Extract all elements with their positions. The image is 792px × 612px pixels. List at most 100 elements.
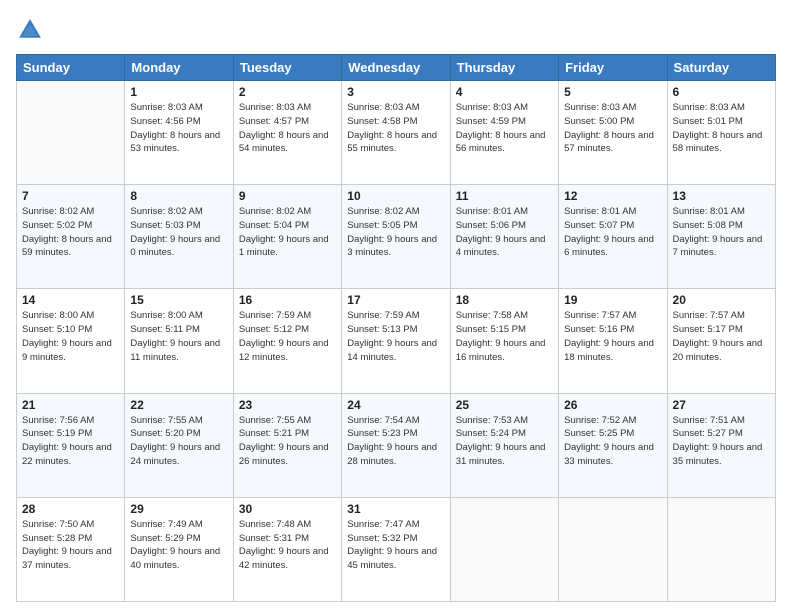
day-info: Sunrise: 7:57 AMSunset: 5:16 PMDaylight:…	[564, 309, 661, 364]
day-number: 26	[564, 398, 661, 412]
day-number: 20	[673, 293, 770, 307]
day-info: Sunrise: 8:00 AMSunset: 5:10 PMDaylight:…	[22, 309, 119, 364]
main-container: Sunday Monday Tuesday Wednesday Thursday…	[0, 0, 792, 612]
col-thursday: Thursday	[450, 55, 558, 81]
col-wednesday: Wednesday	[342, 55, 450, 81]
day-info: Sunrise: 7:51 AMSunset: 5:27 PMDaylight:…	[673, 414, 770, 469]
day-cell: 10 Sunrise: 8:02 AMSunset: 5:05 PMDaylig…	[342, 185, 450, 289]
day-info: Sunrise: 8:02 AMSunset: 5:05 PMDaylight:…	[347, 205, 444, 260]
day-cell	[17, 81, 125, 185]
day-number: 29	[130, 502, 227, 516]
day-info: Sunrise: 7:54 AMSunset: 5:23 PMDaylight:…	[347, 414, 444, 469]
day-info: Sunrise: 7:57 AMSunset: 5:17 PMDaylight:…	[673, 309, 770, 364]
day-info: Sunrise: 7:58 AMSunset: 5:15 PMDaylight:…	[456, 309, 553, 364]
logo	[16, 16, 48, 44]
day-number: 1	[130, 85, 227, 99]
day-cell: 30 Sunrise: 7:48 AMSunset: 5:31 PMDaylig…	[233, 497, 341, 601]
day-info: Sunrise: 8:01 AMSunset: 5:07 PMDaylight:…	[564, 205, 661, 260]
col-saturday: Saturday	[667, 55, 775, 81]
header-row: Sunday Monday Tuesday Wednesday Thursday…	[17, 55, 776, 81]
day-number: 18	[456, 293, 553, 307]
week-row-1: 1 Sunrise: 8:03 AMSunset: 4:56 PMDayligh…	[17, 81, 776, 185]
day-cell: 18 Sunrise: 7:58 AMSunset: 5:15 PMDaylig…	[450, 289, 558, 393]
day-info: Sunrise: 7:59 AMSunset: 5:12 PMDaylight:…	[239, 309, 336, 364]
day-cell: 3 Sunrise: 8:03 AMSunset: 4:58 PMDayligh…	[342, 81, 450, 185]
day-cell: 21 Sunrise: 7:56 AMSunset: 5:19 PMDaylig…	[17, 393, 125, 497]
day-info: Sunrise: 8:03 AMSunset: 4:57 PMDaylight:…	[239, 101, 336, 156]
day-number: 8	[130, 189, 227, 203]
col-tuesday: Tuesday	[233, 55, 341, 81]
day-number: 13	[673, 189, 770, 203]
day-info: Sunrise: 7:48 AMSunset: 5:31 PMDaylight:…	[239, 518, 336, 573]
day-info: Sunrise: 8:00 AMSunset: 5:11 PMDaylight:…	[130, 309, 227, 364]
day-number: 5	[564, 85, 661, 99]
day-info: Sunrise: 7:56 AMSunset: 5:19 PMDaylight:…	[22, 414, 119, 469]
day-info: Sunrise: 8:02 AMSunset: 5:04 PMDaylight:…	[239, 205, 336, 260]
day-number: 22	[130, 398, 227, 412]
day-cell: 16 Sunrise: 7:59 AMSunset: 5:12 PMDaylig…	[233, 289, 341, 393]
day-number: 27	[673, 398, 770, 412]
day-info: Sunrise: 8:01 AMSunset: 5:06 PMDaylight:…	[456, 205, 553, 260]
day-number: 3	[347, 85, 444, 99]
day-cell: 27 Sunrise: 7:51 AMSunset: 5:27 PMDaylig…	[667, 393, 775, 497]
day-cell: 20 Sunrise: 7:57 AMSunset: 5:17 PMDaylig…	[667, 289, 775, 393]
day-cell	[450, 497, 558, 601]
day-cell: 25 Sunrise: 7:53 AMSunset: 5:24 PMDaylig…	[450, 393, 558, 497]
day-cell	[559, 497, 667, 601]
day-info: Sunrise: 7:50 AMSunset: 5:28 PMDaylight:…	[22, 518, 119, 573]
day-number: 19	[564, 293, 661, 307]
day-number: 11	[456, 189, 553, 203]
day-cell: 19 Sunrise: 7:57 AMSunset: 5:16 PMDaylig…	[559, 289, 667, 393]
day-cell: 4 Sunrise: 8:03 AMSunset: 4:59 PMDayligh…	[450, 81, 558, 185]
day-info: Sunrise: 7:59 AMSunset: 5:13 PMDaylight:…	[347, 309, 444, 364]
day-number: 25	[456, 398, 553, 412]
day-cell: 11 Sunrise: 8:01 AMSunset: 5:06 PMDaylig…	[450, 185, 558, 289]
col-sunday: Sunday	[17, 55, 125, 81]
week-row-3: 14 Sunrise: 8:00 AMSunset: 5:10 PMDaylig…	[17, 289, 776, 393]
day-info: Sunrise: 7:53 AMSunset: 5:24 PMDaylight:…	[456, 414, 553, 469]
day-info: Sunrise: 7:55 AMSunset: 5:21 PMDaylight:…	[239, 414, 336, 469]
day-cell: 5 Sunrise: 8:03 AMSunset: 5:00 PMDayligh…	[559, 81, 667, 185]
day-number: 24	[347, 398, 444, 412]
day-cell: 22 Sunrise: 7:55 AMSunset: 5:20 PMDaylig…	[125, 393, 233, 497]
day-number: 10	[347, 189, 444, 203]
day-cell: 24 Sunrise: 7:54 AMSunset: 5:23 PMDaylig…	[342, 393, 450, 497]
day-cell: 31 Sunrise: 7:47 AMSunset: 5:32 PMDaylig…	[342, 497, 450, 601]
day-info: Sunrise: 8:03 AMSunset: 4:58 PMDaylight:…	[347, 101, 444, 156]
day-cell: 29 Sunrise: 7:49 AMSunset: 5:29 PMDaylig…	[125, 497, 233, 601]
day-number: 17	[347, 293, 444, 307]
day-info: Sunrise: 7:47 AMSunset: 5:32 PMDaylight:…	[347, 518, 444, 573]
col-monday: Monday	[125, 55, 233, 81]
day-info: Sunrise: 7:55 AMSunset: 5:20 PMDaylight:…	[130, 414, 227, 469]
day-info: Sunrise: 8:02 AMSunset: 5:02 PMDaylight:…	[22, 205, 119, 260]
day-number: 2	[239, 85, 336, 99]
day-cell: 9 Sunrise: 8:02 AMSunset: 5:04 PMDayligh…	[233, 185, 341, 289]
day-number: 30	[239, 502, 336, 516]
day-info: Sunrise: 8:03 AMSunset: 5:01 PMDaylight:…	[673, 101, 770, 156]
day-info: Sunrise: 7:49 AMSunset: 5:29 PMDaylight:…	[130, 518, 227, 573]
day-number: 7	[22, 189, 119, 203]
day-cell: 7 Sunrise: 8:02 AMSunset: 5:02 PMDayligh…	[17, 185, 125, 289]
col-friday: Friday	[559, 55, 667, 81]
week-row-2: 7 Sunrise: 8:02 AMSunset: 5:02 PMDayligh…	[17, 185, 776, 289]
day-cell: 28 Sunrise: 7:50 AMSunset: 5:28 PMDaylig…	[17, 497, 125, 601]
day-info: Sunrise: 7:52 AMSunset: 5:25 PMDaylight:…	[564, 414, 661, 469]
day-info: Sunrise: 8:02 AMSunset: 5:03 PMDaylight:…	[130, 205, 227, 260]
day-number: 23	[239, 398, 336, 412]
day-number: 6	[673, 85, 770, 99]
day-cell: 15 Sunrise: 8:00 AMSunset: 5:11 PMDaylig…	[125, 289, 233, 393]
day-cell: 17 Sunrise: 7:59 AMSunset: 5:13 PMDaylig…	[342, 289, 450, 393]
day-number: 21	[22, 398, 119, 412]
day-number: 14	[22, 293, 119, 307]
day-number: 28	[22, 502, 119, 516]
day-cell: 2 Sunrise: 8:03 AMSunset: 4:57 PMDayligh…	[233, 81, 341, 185]
day-info: Sunrise: 8:01 AMSunset: 5:08 PMDaylight:…	[673, 205, 770, 260]
day-cell: 14 Sunrise: 8:00 AMSunset: 5:10 PMDaylig…	[17, 289, 125, 393]
day-cell: 13 Sunrise: 8:01 AMSunset: 5:08 PMDaylig…	[667, 185, 775, 289]
day-number: 12	[564, 189, 661, 203]
day-info: Sunrise: 8:03 AMSunset: 4:59 PMDaylight:…	[456, 101, 553, 156]
header	[16, 16, 776, 44]
day-number: 15	[130, 293, 227, 307]
week-row-4: 21 Sunrise: 7:56 AMSunset: 5:19 PMDaylig…	[17, 393, 776, 497]
day-cell: 23 Sunrise: 7:55 AMSunset: 5:21 PMDaylig…	[233, 393, 341, 497]
